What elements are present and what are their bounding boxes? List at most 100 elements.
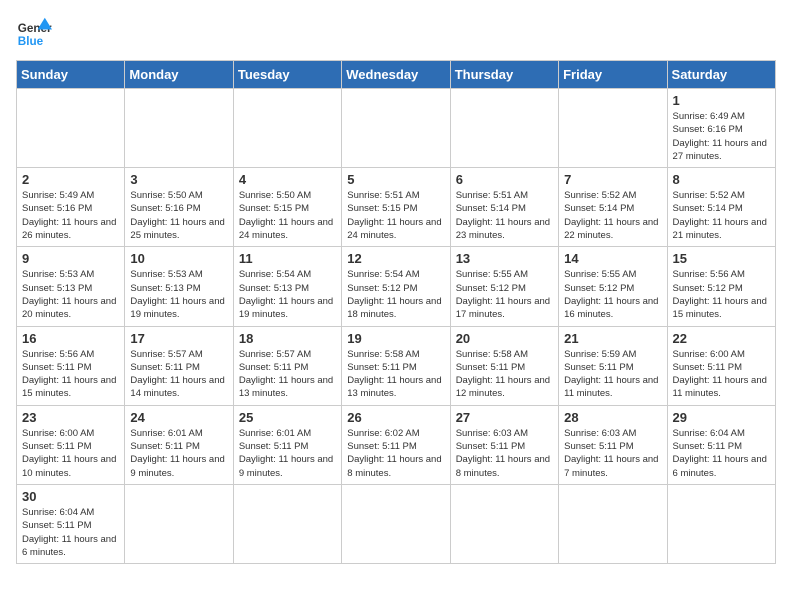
day-number: 1 — [673, 93, 770, 108]
day-number: 22 — [673, 331, 770, 346]
calendar-week-row: 23 Sunrise: 6:00 AM Sunset: 5:11 PM Dayli… — [17, 405, 776, 484]
day-number: 10 — [130, 251, 227, 266]
calendar-cell: 16 Sunrise: 5:56 AM Sunset: 5:11 PM Dayli… — [17, 326, 125, 405]
day-info: Sunrise: 6:03 AM Sunset: 5:11 PM Dayligh… — [564, 427, 661, 480]
calendar-cell: 11 Sunrise: 5:54 AM Sunset: 5:13 PM Dayli… — [233, 247, 341, 326]
calendar-cell: 15Sunrise: 5:56 AM Sunset: 5:12 PM Dayli… — [667, 247, 775, 326]
day-number: 2 — [22, 172, 119, 187]
calendar-cell — [450, 89, 558, 168]
calendar-week-row: 9 Sunrise: 5:53 AM Sunset: 5:13 PM Daylig… — [17, 247, 776, 326]
day-info: Sunrise: 5:50 AM Sunset: 5:15 PM Dayligh… — [239, 189, 336, 242]
day-number: 4 — [239, 172, 336, 187]
day-info: Sunrise: 5:58 AM Sunset: 5:11 PM Dayligh… — [347, 348, 444, 401]
day-info: Sunrise: 5:55 AM Sunset: 5:12 PM Dayligh… — [456, 268, 553, 321]
calendar-cell: 21 Sunrise: 5:59 AM Sunset: 5:11 PM Dayli… — [559, 326, 667, 405]
day-info: Sunrise: 6:03 AM Sunset: 5:11 PM Dayligh… — [456, 427, 553, 480]
day-info: Sunrise: 5:51 AM Sunset: 5:15 PM Dayligh… — [347, 189, 444, 242]
calendar-cell — [667, 484, 775, 563]
calendar-cell — [233, 89, 341, 168]
day-info: Sunrise: 5:49 AM Sunset: 5:16 PM Dayligh… — [22, 189, 119, 242]
day-number: 5 — [347, 172, 444, 187]
calendar-week-row: 16 Sunrise: 5:56 AM Sunset: 5:11 PM Dayli… — [17, 326, 776, 405]
day-number: 23 — [22, 410, 119, 425]
day-number: 7 — [564, 172, 661, 187]
day-info: Sunrise: 5:54 AM Sunset: 5:13 PM Dayligh… — [239, 268, 336, 321]
day-info: Sunrise: 5:54 AM Sunset: 5:12 PM Dayligh… — [347, 268, 444, 321]
day-info: Sunrise: 6:04 AM Sunset: 5:11 PM Dayligh… — [673, 427, 770, 480]
calendar-cell: 13Sunrise: 5:55 AM Sunset: 5:12 PM Dayli… — [450, 247, 558, 326]
day-number: 20 — [456, 331, 553, 346]
day-number: 14 — [564, 251, 661, 266]
calendar-week-row: 2 Sunrise: 5:49 AM Sunset: 5:16 PM Daylig… — [17, 168, 776, 247]
calendar-cell: 28 Sunrise: 6:03 AM Sunset: 5:11 PM Dayli… — [559, 405, 667, 484]
calendar-cell: 29 Sunrise: 6:04 AM Sunset: 5:11 PM Dayli… — [667, 405, 775, 484]
calendar-cell: 22 Sunrise: 6:00 AM Sunset: 5:11 PM Dayli… — [667, 326, 775, 405]
day-info: Sunrise: 6:04 AM Sunset: 5:11 PM Dayligh… — [22, 506, 119, 559]
col-header-tuesday: Tuesday — [233, 61, 341, 89]
calendar-cell: 2 Sunrise: 5:49 AM Sunset: 5:16 PM Daylig… — [17, 168, 125, 247]
day-number: 25 — [239, 410, 336, 425]
calendar-week-row: 1 Sunrise: 6:49 AM Sunset: 6:16 PM Daylig… — [17, 89, 776, 168]
day-number: 17 — [130, 331, 227, 346]
day-number: 18 — [239, 331, 336, 346]
calendar-cell: 24Sunrise: 6:01 AM Sunset: 5:11 PM Dayli… — [125, 405, 233, 484]
calendar-cell: 1 Sunrise: 6:49 AM Sunset: 6:16 PM Daylig… — [667, 89, 775, 168]
day-number: 26 — [347, 410, 444, 425]
day-info: Sunrise: 6:01 AM Sunset: 5:11 PM Dayligh… — [130, 427, 227, 480]
calendar-cell: 12 Sunrise: 5:54 AM Sunset: 5:12 PM Dayli… — [342, 247, 450, 326]
calendar-cell: 7 Sunrise: 5:52 AM Sunset: 5:14 PM Daylig… — [559, 168, 667, 247]
day-info: Sunrise: 5:53 AM Sunset: 5:13 PM Dayligh… — [22, 268, 119, 321]
day-info: Sunrise: 6:49 AM Sunset: 6:16 PM Dayligh… — [673, 110, 770, 163]
calendar-cell: 26Sunrise: 6:02 AM Sunset: 5:11 PM Dayli… — [342, 405, 450, 484]
day-info: Sunrise: 5:59 AM Sunset: 5:11 PM Dayligh… — [564, 348, 661, 401]
day-number: 6 — [456, 172, 553, 187]
day-info: Sunrise: 5:52 AM Sunset: 5:14 PM Dayligh… — [564, 189, 661, 242]
calendar-cell: 30Sunrise: 6:04 AM Sunset: 5:11 PM Dayli… — [17, 484, 125, 563]
day-number: 12 — [347, 251, 444, 266]
day-info: Sunrise: 5:56 AM Sunset: 5:11 PM Dayligh… — [22, 348, 119, 401]
svg-text:Blue: Blue — [18, 35, 44, 48]
calendar-cell: 23 Sunrise: 6:00 AM Sunset: 5:11 PM Dayli… — [17, 405, 125, 484]
calendar-cell: 8Sunrise: 5:52 AM Sunset: 5:14 PM Daylig… — [667, 168, 775, 247]
day-number: 29 — [673, 410, 770, 425]
calendar-cell: 6Sunrise: 5:51 AM Sunset: 5:14 PM Daylig… — [450, 168, 558, 247]
day-number: 3 — [130, 172, 227, 187]
calendar-cell — [125, 484, 233, 563]
calendar-cell: 17Sunrise: 5:57 AM Sunset: 5:11 PM Dayli… — [125, 326, 233, 405]
day-info: Sunrise: 5:58 AM Sunset: 5:11 PM Dayligh… — [456, 348, 553, 401]
calendar-cell — [125, 89, 233, 168]
calendar-header-row: SundayMondayTuesdayWednesdayThursdayFrid… — [17, 61, 776, 89]
day-number: 21 — [564, 331, 661, 346]
col-header-monday: Monday — [125, 61, 233, 89]
calendar-cell: 5 Sunrise: 5:51 AM Sunset: 5:15 PM Daylig… — [342, 168, 450, 247]
page-header: GeneralBlue — [16, 16, 776, 52]
calendar-cell: 27 Sunrise: 6:03 AM Sunset: 5:11 PM Dayli… — [450, 405, 558, 484]
col-header-friday: Friday — [559, 61, 667, 89]
calendar-cell: 25Sunrise: 6:01 AM Sunset: 5:11 PM Dayli… — [233, 405, 341, 484]
day-number: 11 — [239, 251, 336, 266]
calendar-cell — [559, 89, 667, 168]
calendar-cell: 10 Sunrise: 5:53 AM Sunset: 5:13 PM Dayli… — [125, 247, 233, 326]
day-info: Sunrise: 6:00 AM Sunset: 5:11 PM Dayligh… — [673, 348, 770, 401]
calendar-cell — [342, 484, 450, 563]
day-info: Sunrise: 6:00 AM Sunset: 5:11 PM Dayligh… — [22, 427, 119, 480]
calendar-cell — [17, 89, 125, 168]
day-number: 27 — [456, 410, 553, 425]
day-number: 8 — [673, 172, 770, 187]
day-info: Sunrise: 5:53 AM Sunset: 5:13 PM Dayligh… — [130, 268, 227, 321]
calendar-cell: 14 Sunrise: 5:55 AM Sunset: 5:12 PM Dayli… — [559, 247, 667, 326]
logo: GeneralBlue — [16, 16, 52, 52]
day-info: Sunrise: 5:55 AM Sunset: 5:12 PM Dayligh… — [564, 268, 661, 321]
day-number: 15 — [673, 251, 770, 266]
day-number: 16 — [22, 331, 119, 346]
calendar-cell — [233, 484, 341, 563]
day-number: 28 — [564, 410, 661, 425]
calendar-cell — [450, 484, 558, 563]
day-info: Sunrise: 5:57 AM Sunset: 5:11 PM Dayligh… — [239, 348, 336, 401]
calendar-cell — [559, 484, 667, 563]
col-header-saturday: Saturday — [667, 61, 775, 89]
calendar-cell: 4 Sunrise: 5:50 AM Sunset: 5:15 PM Daylig… — [233, 168, 341, 247]
calendar-cell: 20 Sunrise: 5:58 AM Sunset: 5:11 PM Dayli… — [450, 326, 558, 405]
day-number: 9 — [22, 251, 119, 266]
calendar-week-row: 30Sunrise: 6:04 AM Sunset: 5:11 PM Dayli… — [17, 484, 776, 563]
